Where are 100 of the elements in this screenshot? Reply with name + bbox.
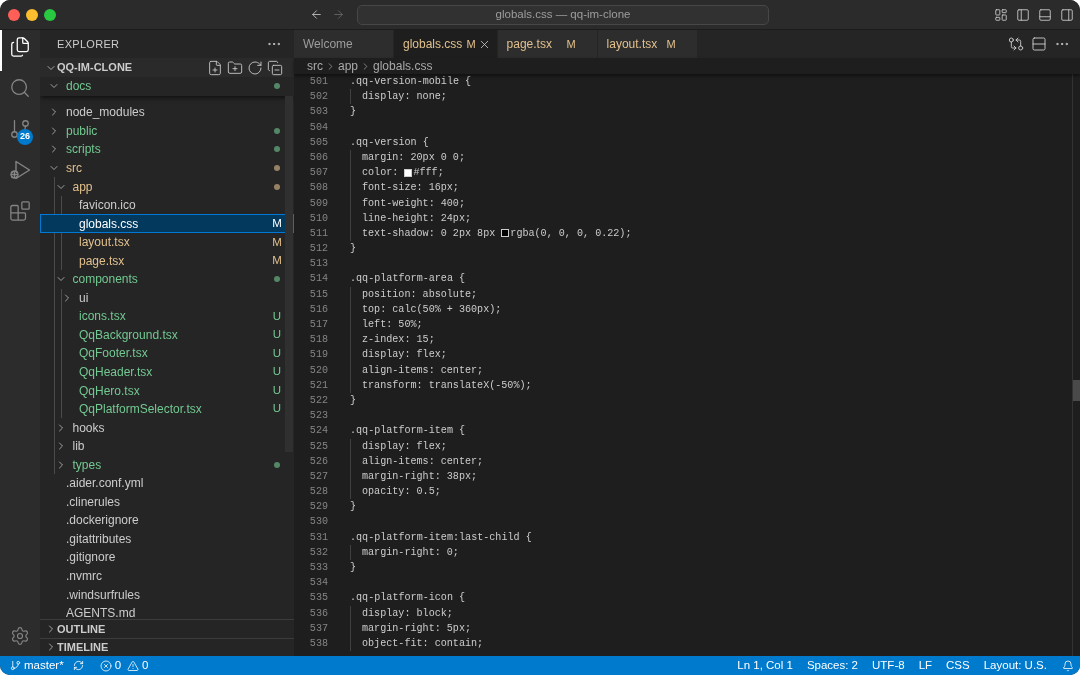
panel-left-icon[interactable]	[1016, 7, 1030, 22]
sidebar-title: EXPLORER	[57, 36, 120, 52]
file-item[interactable]: .dockerignore	[40, 511, 294, 530]
bell-icon[interactable]	[1062, 659, 1074, 672]
file-item[interactable]: QqHero.tsx U	[40, 381, 294, 400]
panel-bottom-icon[interactable]	[1038, 7, 1052, 22]
color-swatch-icon[interactable]	[501, 229, 510, 238]
new-file-icon[interactable]	[207, 59, 223, 76]
compare-changes-icon[interactable]	[1008, 36, 1024, 52]
folder-item[interactable]: app	[40, 177, 294, 196]
refresh-icon[interactable]	[247, 59, 263, 76]
code-line: .qq-version {	[350, 135, 429, 150]
file-item[interactable]: .gitignore	[40, 548, 294, 567]
folder-item[interactable]: types	[40, 455, 294, 474]
split-editor-icon[interactable]	[1031, 36, 1047, 52]
breadcrumb-item[interactable]: app	[338, 57, 359, 75]
file-item[interactable]: QqPlatformSelector.tsx U	[40, 399, 294, 419]
file-item[interactable]: AGENTS.md	[40, 603, 294, 619]
minimize-window-icon[interactable]	[26, 8, 38, 21]
file-item[interactable]: icons.tsx U	[40, 307, 294, 326]
folder-item[interactable]: public	[40, 121, 294, 141]
file-item[interactable]: page.tsx M	[40, 251, 294, 270]
breadcrumb-item[interactable]: src	[307, 57, 323, 75]
git-status-letter: U	[272, 345, 282, 361]
folder-item[interactable]: components	[40, 269, 294, 289]
zoom-window-icon[interactable]	[44, 8, 56, 21]
branch-icon	[10, 660, 21, 671]
file-item[interactable]: QqHeader.tsx U	[40, 362, 294, 382]
code-line: top: calc(50% + 360px);	[362, 302, 502, 317]
branch-button[interactable]: master*	[0, 656, 64, 675]
search-icon	[9, 77, 31, 99]
status-item[interactable]: LF	[911, 656, 940, 675]
code-line: opacity: 0.5;	[362, 485, 441, 500]
folder-item[interactable]: src	[40, 158, 294, 178]
code-line: }	[350, 105, 357, 120]
line-number: 526	[308, 454, 328, 469]
collapse-all-icon[interactable]	[267, 59, 283, 76]
line-number: 535	[308, 591, 328, 606]
editor-tab[interactable]: layout.tsx M	[597, 30, 698, 58]
folder-item[interactable]: docs	[40, 77, 294, 96]
file-item[interactable]: globals.css M	[40, 214, 294, 233]
file-item[interactable]: QqFooter.tsx U	[40, 344, 294, 363]
line-number: 504	[308, 120, 328, 135]
status-item[interactable]: UTF-8	[865, 656, 912, 675]
line-number: 506	[308, 150, 328, 165]
code-line: }	[350, 561, 357, 575]
breadcrumb-item[interactable]: globals.css	[373, 57, 433, 75]
editor-tab[interactable]: globals.css M	[394, 30, 498, 58]
close-window-icon[interactable]	[8, 8, 20, 21]
layout-icon[interactable]	[994, 7, 1008, 22]
status-item[interactable]: Layout: U.S.	[976, 656, 1054, 675]
folder-item[interactable]: hooks	[40, 418, 294, 437]
blocks-icon	[9, 200, 31, 222]
line-number: 521	[308, 378, 328, 393]
folder-item[interactable]: node_modules	[40, 103, 294, 122]
line-number: 522	[308, 393, 328, 408]
panel-right-icon[interactable]	[1060, 7, 1074, 22]
folder-item[interactable]: scripts	[40, 140, 294, 159]
file-item[interactable]: .windsurfrules	[40, 585, 294, 604]
file-item[interactable]: .clinerules	[40, 492, 294, 512]
file-item[interactable]: .aider.conf.yml	[40, 474, 294, 493]
status-item[interactable]: Spaces: 2	[799, 656, 866, 675]
problems-button[interactable]: 0 0	[99, 656, 149, 675]
file-item[interactable]: QqBackground.tsx U	[40, 325, 294, 345]
settings-icon[interactable]	[10, 626, 30, 646]
panel-header[interactable]: OUTLINE	[40, 619, 294, 638]
scrollbar-thumb[interactable]	[285, 96, 293, 452]
line-number: 502	[308, 90, 328, 105]
folder-item[interactable]: ui	[40, 288, 294, 308]
file-item[interactable]: layout.tsx M	[40, 232, 294, 252]
line-number: 503	[308, 105, 328, 120]
back-arrow-icon[interactable]	[310, 8, 323, 21]
sync-icon[interactable]	[72, 660, 84, 671]
line-number: 523	[308, 409, 328, 424]
status-item[interactable]: CSS	[939, 656, 977, 675]
scrollbar-track[interactable]	[1072, 74, 1080, 656]
git-status-letter: M	[272, 234, 282, 250]
git-status-letter: M	[272, 253, 282, 269]
code-line: }	[350, 500, 357, 515]
editor-tab[interactable]: page.tsx M	[497, 30, 598, 58]
new-folder-icon[interactable]	[227, 59, 243, 76]
git-status-letter: M	[272, 215, 282, 231]
line-number: 505	[308, 135, 328, 150]
code-text: rgba(0, 0, 0, 0.22);	[510, 226, 632, 241]
file-item[interactable]: .gitattributes	[40, 529, 294, 549]
line-number: 533	[308, 561, 328, 575]
line-number: 538	[308, 636, 328, 651]
activity-bar-item[interactable]: 26	[0, 112, 40, 153]
scrollbar-thumb[interactable]	[1073, 380, 1080, 401]
code-line: .qq-platform-area {	[350, 272, 466, 287]
code-line: font-size: 16px;	[362, 181, 459, 196]
color-swatch-icon[interactable]	[404, 168, 413, 177]
status-item[interactable]: Ln 1, Col 1	[730, 656, 800, 675]
section-toggle[interactable]: QQ-IM-CLONE	[44, 59, 133, 76]
folder-item[interactable]: lib	[40, 436, 294, 456]
file-item[interactable]: .nvmrc	[40, 566, 294, 586]
command-center[interactable]: globals.css — qq-im-clone	[357, 4, 769, 25]
file-item[interactable]: favicon.ico	[40, 195, 294, 215]
editor-tab[interactable]: Welcome	[294, 30, 394, 58]
line-number: 501	[308, 75, 328, 89]
